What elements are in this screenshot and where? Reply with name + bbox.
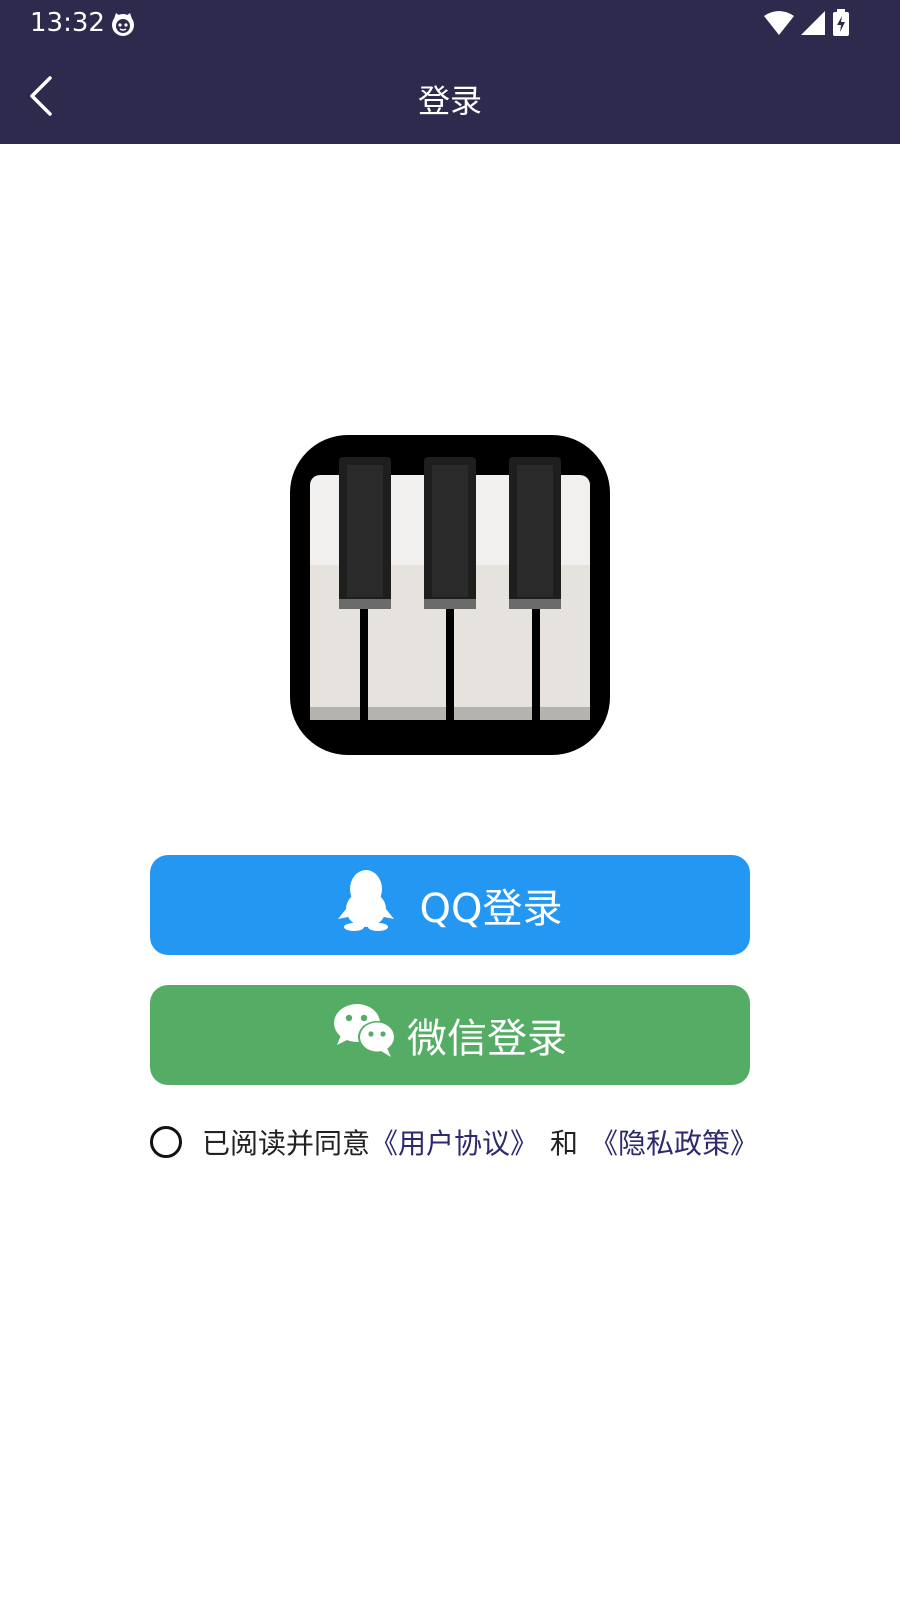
qq-login-button[interactable]: QQ登录 [150,855,750,955]
piano-keys-icon [290,435,610,755]
cat-notification-icon [110,11,136,41]
agreement-row: 已阅读并同意 《用户协议》 和 《隐私政策》 [150,1122,758,1162]
battery-charging-icon [832,9,850,41]
qq-login-label: QQ登录 [419,886,563,932]
agreement-checkbox[interactable] [150,1126,182,1158]
wechat-icon [333,1001,397,1069]
wechat-login-label: 微信登录 [407,1016,567,1062]
wechat-login-button[interactable]: 微信登录 [150,985,750,1085]
user-agreement-link[interactable]: 《用户协议》 [370,1122,538,1162]
qq-penguin-icon [337,869,394,941]
agreement-prefix: 已阅读并同意 [202,1127,371,1160]
agreement-conjunction: 和 [550,1127,579,1160]
cell-signal-icon [800,10,826,40]
status-bar: 13:32 [0,0,900,46]
status-time: 13:32 [30,8,105,38]
page-title: 登录 [417,82,482,120]
nav-bar: 登录 [0,46,900,144]
wifi-icon [764,10,794,40]
privacy-policy-link[interactable]: 《隐私政策》 [590,1122,758,1162]
